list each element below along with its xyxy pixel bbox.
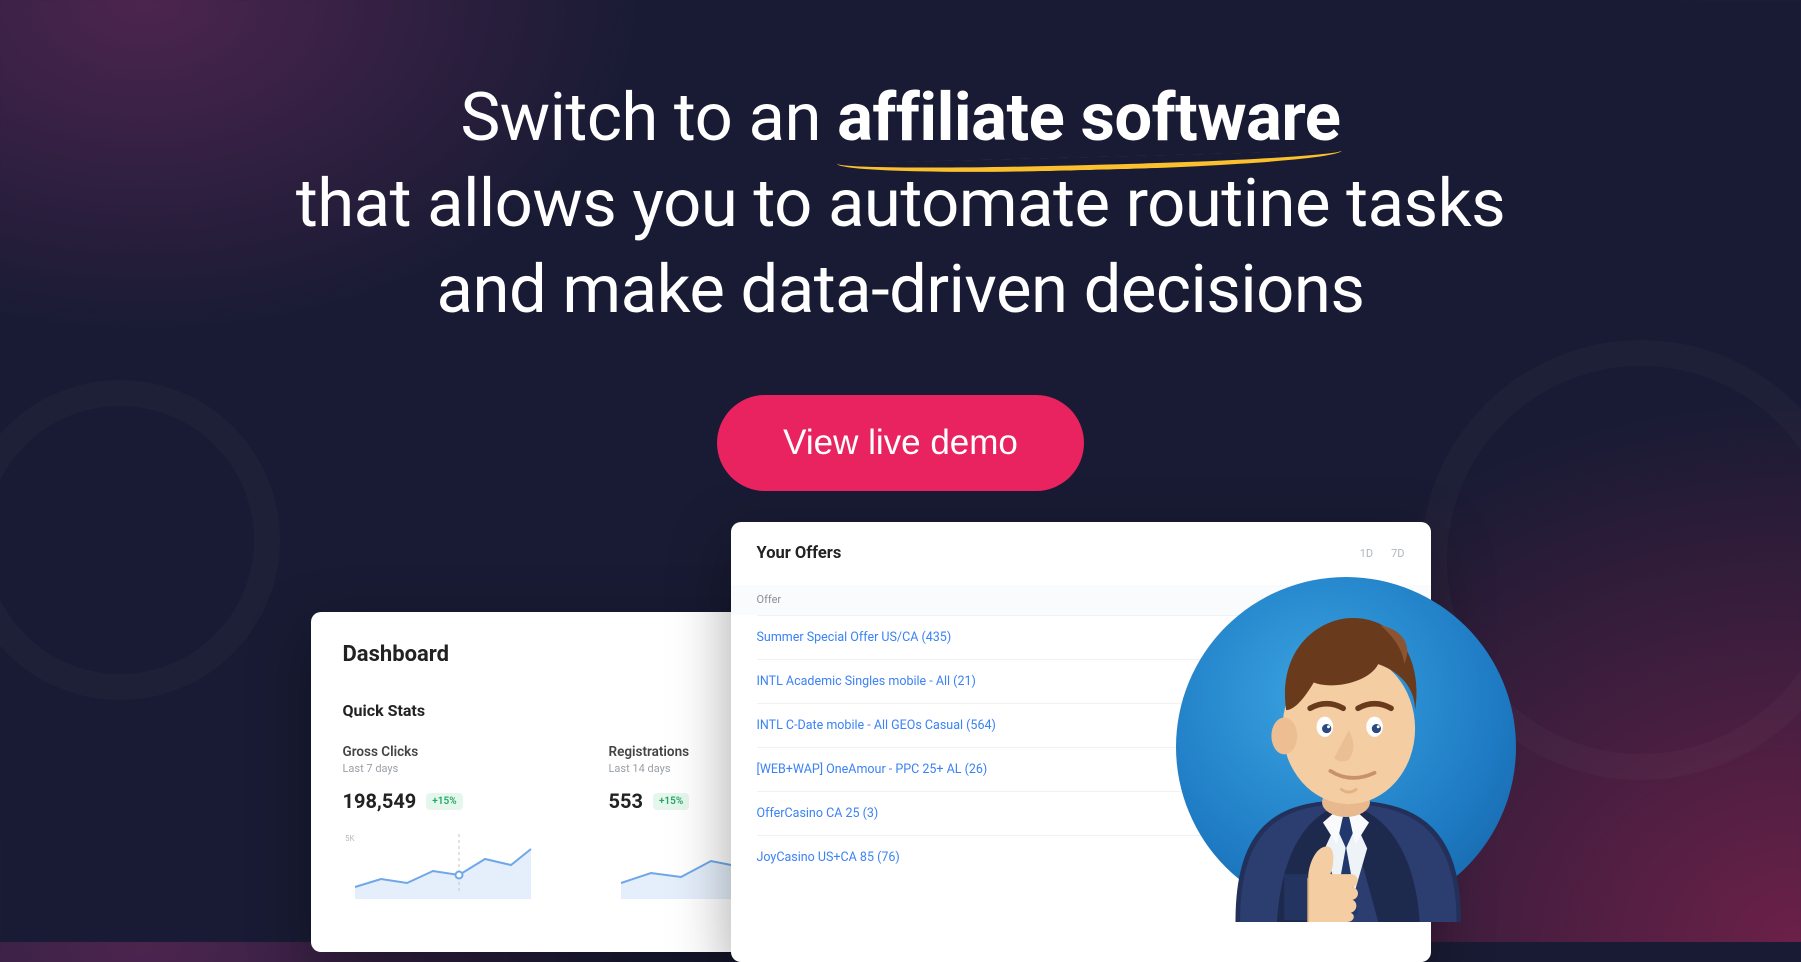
offers-title: Your Offers	[757, 544, 842, 563]
y-axis-tick: 5K	[345, 834, 355, 843]
hero-headline: Switch to an affiliate software that all…	[0, 76, 1801, 333]
view-demo-button[interactable]: View live demo	[717, 395, 1084, 491]
headline-line3: and make data-driven decisions	[437, 251, 1365, 329]
mascot-avatar	[1171, 572, 1521, 922]
stat-delta-badge: +15%	[653, 793, 689, 810]
sparkline-chart: 5K	[343, 829, 533, 899]
time-range-tabs: 1D 7D	[1360, 547, 1405, 560]
stat-sublabel: Last 7 days	[343, 762, 553, 775]
mascot-illustration	[1171, 572, 1521, 922]
stat-label: Gross Clicks	[343, 744, 553, 760]
tab-7d[interactable]: 7D	[1391, 547, 1404, 560]
headline-highlight: affiliate software	[837, 76, 1340, 162]
headline-line2: that allows you to automate routine task…	[296, 165, 1505, 243]
stat-value: 553	[609, 789, 643, 813]
headline-pre: Switch to an	[460, 79, 837, 157]
tab-1d[interactable]: 1D	[1360, 547, 1373, 560]
stat-value: 198,549	[343, 789, 417, 813]
stat-gross-clicks: Gross Clicks Last 7 days 198,549 +15% 5K	[343, 744, 553, 903]
stat-delta-badge: +15%	[426, 793, 462, 810]
hero-section: Switch to an affiliate software that all…	[0, 0, 1801, 491]
